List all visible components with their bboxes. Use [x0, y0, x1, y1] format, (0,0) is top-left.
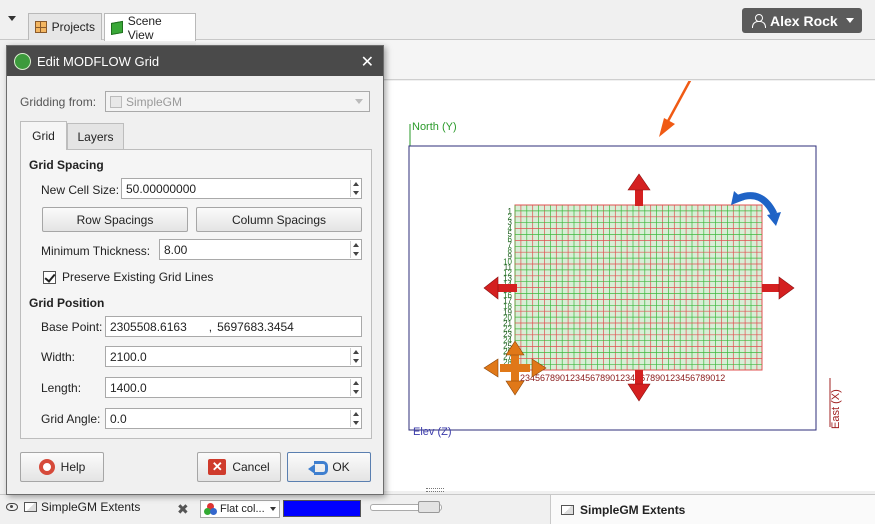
minimum-thickness-value: 8.00: [164, 242, 188, 257]
spinner-icon[interactable]: [350, 348, 360, 365]
new-cell-size-value: 50.00000000: [126, 181, 197, 196]
length-value: 1400.0: [110, 380, 147, 395]
modflow-grid-mesh[interactable]: [514, 204, 763, 371]
grid-tab-panel: Grid Spacing New Cell Size: 50.00000000 …: [20, 149, 372, 439]
properties-title-label: SimpleGM Extents: [580, 503, 686, 517]
gridding-from-value: SimpleGM: [126, 94, 183, 109]
grid-angle-label: Grid Angle:: [41, 412, 101, 426]
help-icon: [38, 459, 55, 475]
dialog-title-bar: Edit MODFLOW Grid ✕: [7, 46, 383, 76]
box-icon: [561, 505, 574, 515]
length-label: Length:: [41, 381, 82, 395]
user-name: Alex Rock: [770, 12, 838, 29]
grid-angle-value: 0.0: [110, 411, 127, 426]
base-point-y-value: 5697683.3454: [217, 319, 294, 334]
grid-angle-input[interactable]: 0.0: [105, 408, 362, 429]
annotation-pointer-arrow: [659, 74, 695, 137]
spinner-icon[interactable]: [350, 180, 360, 197]
base-point-input[interactable]: 2305508.6163 , 5697683.3454: [105, 316, 362, 337]
move-right-arrow-icon[interactable]: [762, 276, 795, 300]
cancel-button-label: Cancel: [232, 460, 270, 474]
ok-button-label: OK: [332, 460, 350, 474]
elev-axis-label: Elev (Z): [413, 426, 452, 438]
tab-scene-view-label: Scene View: [127, 13, 162, 42]
properties-title: SimpleGM Extents: [561, 503, 685, 517]
preserve-grid-lines-label: Preserve Existing Grid Lines: [62, 270, 214, 284]
layer-name-label: SimpleGM Extents: [41, 500, 141, 514]
minimum-thickness-input[interactable]: 8.00: [159, 239, 362, 260]
tab-layers-label: Layers: [77, 129, 114, 144]
colors-icon: [204, 503, 217, 515]
edit-modflow-grid-dialog: Edit MODFLOW Grid ✕ Gridding from: Simpl…: [6, 45, 384, 495]
panel-splitter[interactable]: [426, 488, 444, 492]
column-spacings-button[interactable]: Column Spacings: [196, 207, 362, 232]
shading-select-value: Flat col...: [220, 503, 265, 515]
chevron-down-icon: [845, 18, 854, 23]
user-icon: [752, 14, 766, 28]
move-up-arrow-icon[interactable]: [627, 173, 651, 206]
new-cell-size-label: New Cell Size:: [41, 183, 120, 197]
nav-dropdown-icon[interactable]: [8, 16, 16, 21]
grid-position-heading: Grid Position: [29, 296, 105, 310]
base-point-label: Base Point:: [41, 320, 103, 334]
row-spacings-label: Row Spacings: [76, 212, 154, 227]
base-point-x-value: 2305508.6163: [110, 319, 187, 334]
column-number-labels: 2345678901234567890123456789012345678901…: [520, 373, 725, 383]
chevron-down-icon: [270, 507, 276, 511]
close-icon[interactable]: ✕: [361, 52, 374, 72]
layer-item[interactable]: SimpleGM Extents: [24, 500, 140, 514]
spinner-icon[interactable]: [350, 410, 360, 427]
eye-icon[interactable]: [6, 503, 18, 511]
user-menu-button[interactable]: Alex Rock: [742, 8, 862, 33]
column-spacings-label: Column Spacings: [231, 212, 327, 227]
row-spacings-button[interactable]: Row Spacings: [42, 207, 188, 232]
spinner-icon[interactable]: [350, 379, 360, 396]
tab-projects-label: Projects: [51, 20, 95, 34]
width-label: Width:: [41, 350, 76, 364]
color-swatch[interactable]: [283, 500, 361, 517]
ok-button[interactable]: OK: [287, 452, 371, 482]
new-cell-size-input[interactable]: 50.00000000: [121, 178, 362, 199]
tab-grid-label: Grid: [32, 129, 55, 143]
width-value: 2100.0: [110, 349, 147, 364]
shading-select[interactable]: Flat col...: [200, 500, 280, 518]
tab-projects[interactable]: Projects: [28, 13, 102, 40]
grid-icon: [35, 21, 47, 33]
tab-grid[interactable]: Grid: [20, 121, 67, 150]
minimum-thickness-label: Minimum Thickness:: [41, 244, 151, 258]
preserve-grid-lines-checkbox[interactable]: Preserve Existing Grid Lines: [43, 270, 213, 284]
gridding-from-label: Gridding from:: [20, 95, 97, 109]
tools-icon[interactable]: ✖: [177, 501, 189, 518]
ok-icon: [308, 460, 329, 475]
grid-spacing-heading: Grid Spacing: [29, 158, 104, 172]
spinner-icon[interactable]: [350, 241, 360, 258]
move-left-arrow-icon[interactable]: [483, 276, 517, 300]
north-axis-label: North (Y): [412, 121, 457, 133]
help-button-label: Help: [60, 460, 86, 474]
width-input[interactable]: 2100.0: [105, 346, 362, 367]
cube-icon: [111, 20, 123, 35]
east-axis-label: East (X): [830, 389, 842, 429]
opacity-slider-thumb[interactable]: [418, 501, 440, 513]
geomodel-icon: [110, 95, 122, 108]
dialog-title: Edit MODFLOW Grid: [37, 53, 160, 69]
checkbox-checked-icon[interactable]: [43, 270, 56, 284]
base-point-separator: ,: [208, 319, 213, 334]
scene-viewport[interactable]: North (Y) Elev (Z) East (X) 1 2 3 4 5 6 7 8 9 10 1…: [384, 74, 875, 491]
box-icon: [24, 502, 37, 512]
modflow-icon: [14, 52, 31, 70]
help-button[interactable]: Help: [20, 452, 104, 482]
properties-panel: SimpleGM Extents: [550, 494, 875, 524]
scene-canvas[interactable]: North (Y) Elev (Z) East (X) 123456789101…: [384, 74, 875, 491]
cancel-icon: ✕: [208, 459, 227, 475]
tab-layers[interactable]: Layers: [67, 123, 124, 149]
tab-scene-view[interactable]: Scene View: [104, 13, 196, 42]
length-input[interactable]: 1400.0: [105, 377, 362, 398]
top-bar: Projects Scene View Alex Rock: [0, 0, 875, 42]
cancel-button[interactable]: ✕ Cancel: [197, 452, 281, 482]
gridding-from-select: SimpleGM: [105, 91, 370, 112]
chevron-down-icon: [355, 99, 363, 104]
